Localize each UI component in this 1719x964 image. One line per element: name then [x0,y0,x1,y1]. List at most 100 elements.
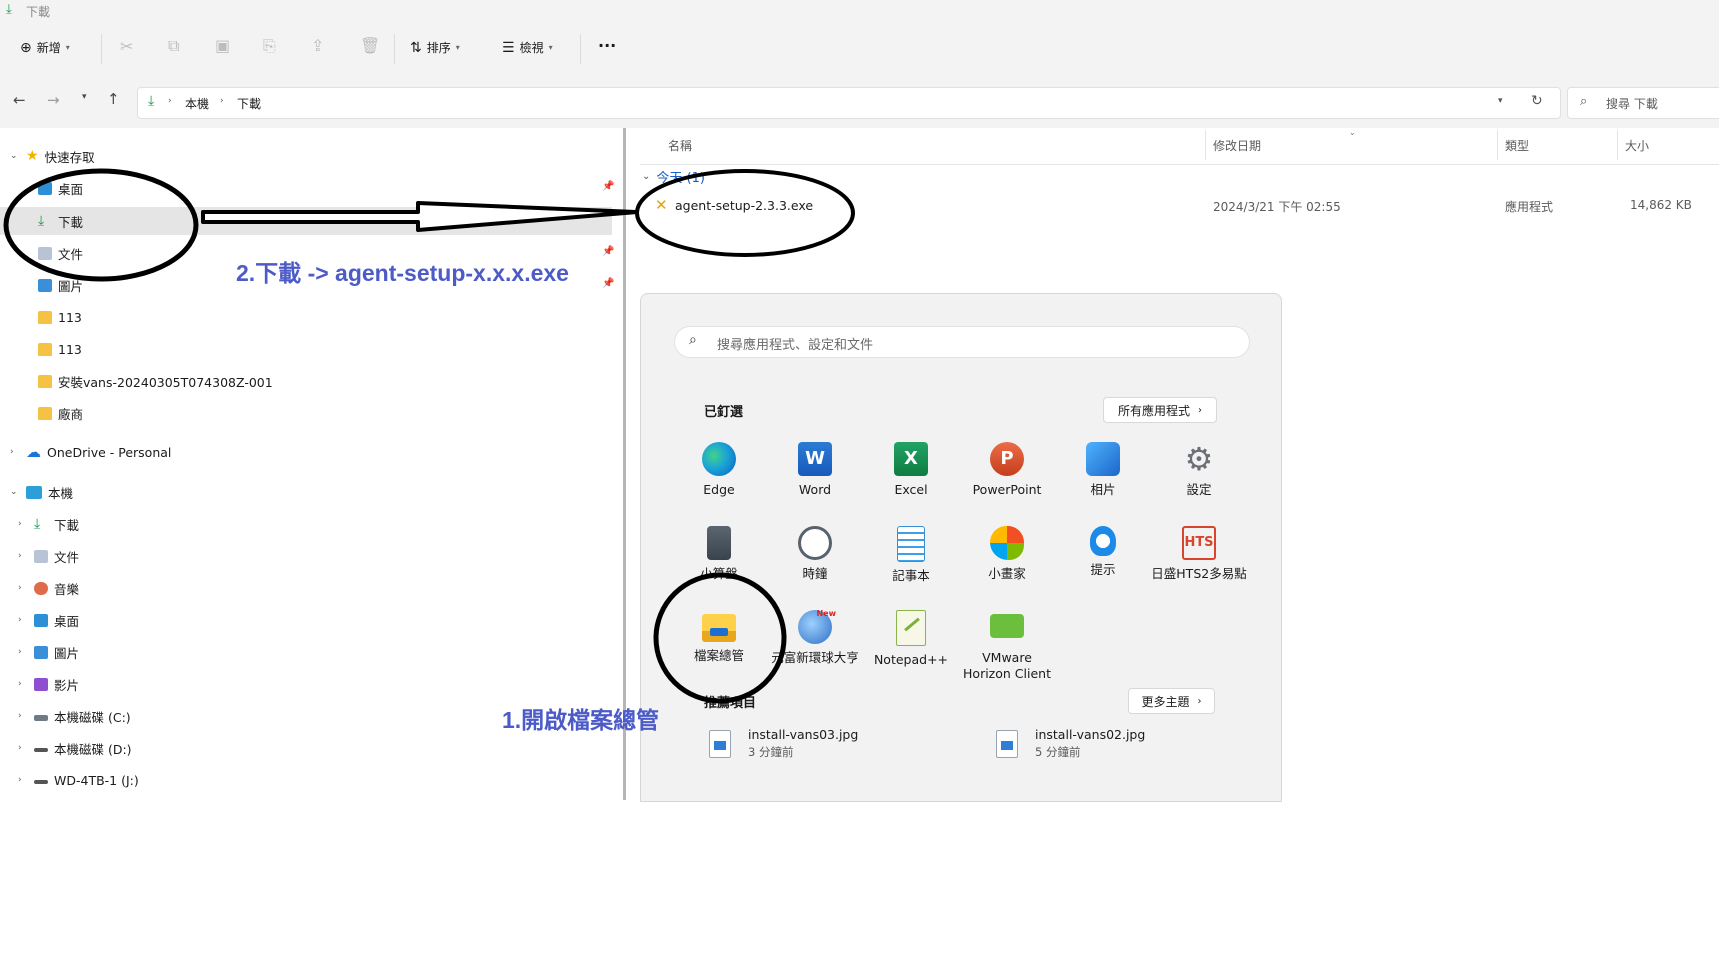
app-paint[interactable]: 小畫家 [959,526,1055,582]
sidebar-item-drive-j[interactable]: › WD-4TB-1 (J:) [18,769,139,791]
sidebar-item-folder-vendor[interactable]: 廠商 [38,402,83,424]
pin-icon[interactable]: 📌 [602,246,614,257]
sidebar-item-downloads[interactable]: › ⤓ 下載 [18,513,79,535]
pictures-icon [34,645,48,659]
delete-icon[interactable]: 🗑 [360,36,380,55]
app-label: 小畫家 [988,566,1026,581]
sidebar-item-videos[interactable]: › 影片 [18,673,79,695]
column-header-modified[interactable]: 修改日期 [1213,137,1261,154]
app-settings[interactable]: ⚙ 設定 [1151,442,1247,498]
app-tips[interactable]: 提示 [1055,526,1151,578]
app-notepadpp[interactable]: Notepad++ [863,610,959,668]
share-icon[interactable]: ⇪ [311,36,324,55]
sidebar-item-pictures[interactable]: 圖片 📌 [38,274,614,296]
column-header-name[interactable]: 名稱 [668,137,692,154]
sidebar-item-documents[interactable]: 文件 📌 [38,242,614,264]
app-notepad[interactable]: 記事本 [863,526,959,584]
video-icon [34,677,48,691]
file-row[interactable]: ✕ agent-setup-2.3.3.exe 2024/3/21 下午 02:… [640,193,1719,219]
search-placeholder: 搜尋 下載 [1606,97,1658,111]
sidebar-item-folder-install-vans[interactable]: 安裝vans-20240305T074308Z-001 [38,370,273,392]
app-vmware-horizon[interactable]: VMware Horizon Client [959,610,1055,682]
command-bar: ⊕ 新增 ▾ ✂ ⧉ ▣ ⎘ ⇪ 🗑 ⇅ 排序 ▾ ☰ 檢視 ▾ ··· [0,22,1719,77]
breadcrumb-this-pc[interactable]: 本機 [185,95,209,112]
all-apps-label: 所有應用程式 [1117,403,1190,418]
drive-icon [34,748,48,752]
recommended-item[interactable]: install-vans03.jpg 3 分鐘前 [704,727,944,767]
copy-icon[interactable]: ⧉ [168,36,179,56]
sidebar-item-music[interactable]: › 音樂 [18,577,79,599]
sidebar-item-desktop[interactable]: 桌面 📌 [38,177,614,199]
all-apps-button[interactable]: 所有應用程式 › [1103,397,1217,423]
view-button[interactable]: ☰ 檢視 ▾ [502,39,553,56]
sidebar-this-pc[interactable]: ⌄ 本機 [10,481,73,503]
cloud-icon: ☁ [26,443,41,461]
sidebar-item-label: 安裝vans-20240305T074308Z-001 [58,374,273,390]
address-bar[interactable]: ⤓ › 本機 › 下載 ▾ ↻ [137,87,1561,119]
file-name: agent-setup-2.3.3.exe [675,198,814,213]
sidebar-item-folder-113[interactable]: 113 [38,306,82,328]
recent-locations-chevron-icon[interactable]: ▾ [82,92,87,102]
column-header-size[interactable]: 大小 [1625,137,1649,154]
forward-arrow-icon[interactable]: → [47,91,60,109]
plus-circle-icon: ⊕ [20,39,32,56]
drive-icon [34,780,48,784]
pin-icon[interactable]: 📌 [602,278,614,289]
sidebar-item-pictures[interactable]: › 圖片 [18,641,79,663]
sidebar-selected-highlight [0,207,612,235]
column-divider [1617,130,1618,160]
sidebar-item-label: 影片 [54,677,80,693]
app-file-explorer[interactable]: 檔案總管 [671,610,767,664]
folder-icon [38,342,52,356]
app-hts2[interactable]: HTS 日盛HTS2多易點 [1151,526,1247,582]
download-icon: ⤓ [148,93,155,109]
more-options-button[interactable]: ··· [598,36,616,55]
sidebar-quick-access[interactable]: ⌄ ★ 快速存取 [10,145,95,167]
title-bar: ⤓ 下載 [0,0,1719,22]
view-button-label: 檢視 [519,41,544,55]
recommended-item[interactable]: install-vans02.jpg 5 分鐘前 [991,727,1231,767]
refresh-icon[interactable]: ↻ [1531,93,1543,109]
chevron-right-icon: › [18,519,22,529]
back-arrow-icon[interactable]: ← [13,91,26,109]
chevron-right-icon: › [1198,404,1202,416]
app-clock[interactable]: 時鐘 [767,526,863,582]
search-icon: ⌕ [1580,94,1588,109]
start-search-box[interactable]: ⌕ 搜尋應用程式、設定和文件 [674,326,1250,358]
sidebar-item-downloads[interactable]: ⤓ 下載 [38,210,83,232]
sidebar-item-label: 113 [58,341,82,357]
sidebar-item-desktop[interactable]: › 桌面 [18,609,79,631]
search-box[interactable]: ⌕ 搜尋 下載 [1567,87,1719,119]
app-powerpoint[interactable]: P PowerPoint [959,442,1055,498]
column-header-type[interactable]: 類型 [1505,137,1529,154]
sidebar-item-label: 本機 [48,485,74,501]
app-edge[interactable]: Edge [671,442,767,498]
cut-icon[interactable]: ✂ [120,37,133,56]
breadcrumb-downloads[interactable]: 下載 [237,95,261,112]
more-button[interactable]: 更多主題 › [1128,688,1215,714]
search-icon: ⌕ [689,332,697,348]
navigation-row: ← → ▾ ↑ ⤓ › 本機 › 下載 ▾ ↻ ⌕ 搜尋 下載 [0,76,1719,128]
sidebar-item-folder-113[interactable]: 113 [38,338,82,360]
app-photos[interactable]: 相片 [1055,442,1151,498]
app-excel[interactable]: X Excel [863,442,959,498]
up-arrow-icon[interactable]: ↑ [107,90,120,108]
header-divider [640,164,1719,165]
drive-icon [34,715,48,721]
sidebar-item-drive-d[interactable]: › 本機磁碟 (D:) [18,737,132,759]
app-word[interactable]: W Word [767,442,863,498]
sidebar-onedrive[interactable]: › ☁ OneDrive - Personal [10,441,171,463]
rename-icon[interactable]: ⎘ [263,36,276,56]
sidebar-item-drive-c[interactable]: › 本機磁碟 (C:) [18,705,131,727]
app-label: 小算盤 [700,566,738,581]
sort-button[interactable]: ⇅ 排序 ▾ [410,39,460,56]
pin-icon[interactable]: 📌 [602,181,614,192]
app-masterlink[interactable]: New 元富新環球大亨 [767,609,863,666]
app-calculator[interactable]: 小算盤 [671,526,767,582]
address-history-chevron-icon[interactable]: ▾ [1498,96,1503,106]
image-file-icon [996,730,1018,758]
paste-icon[interactable]: ▣ [215,36,230,55]
new-button[interactable]: ⊕ 新增 ▾ [20,39,70,56]
sidebar-item-documents[interactable]: › 文件 [18,545,79,567]
group-header-today[interactable]: ⌄ 今天 (1) [642,167,705,186]
